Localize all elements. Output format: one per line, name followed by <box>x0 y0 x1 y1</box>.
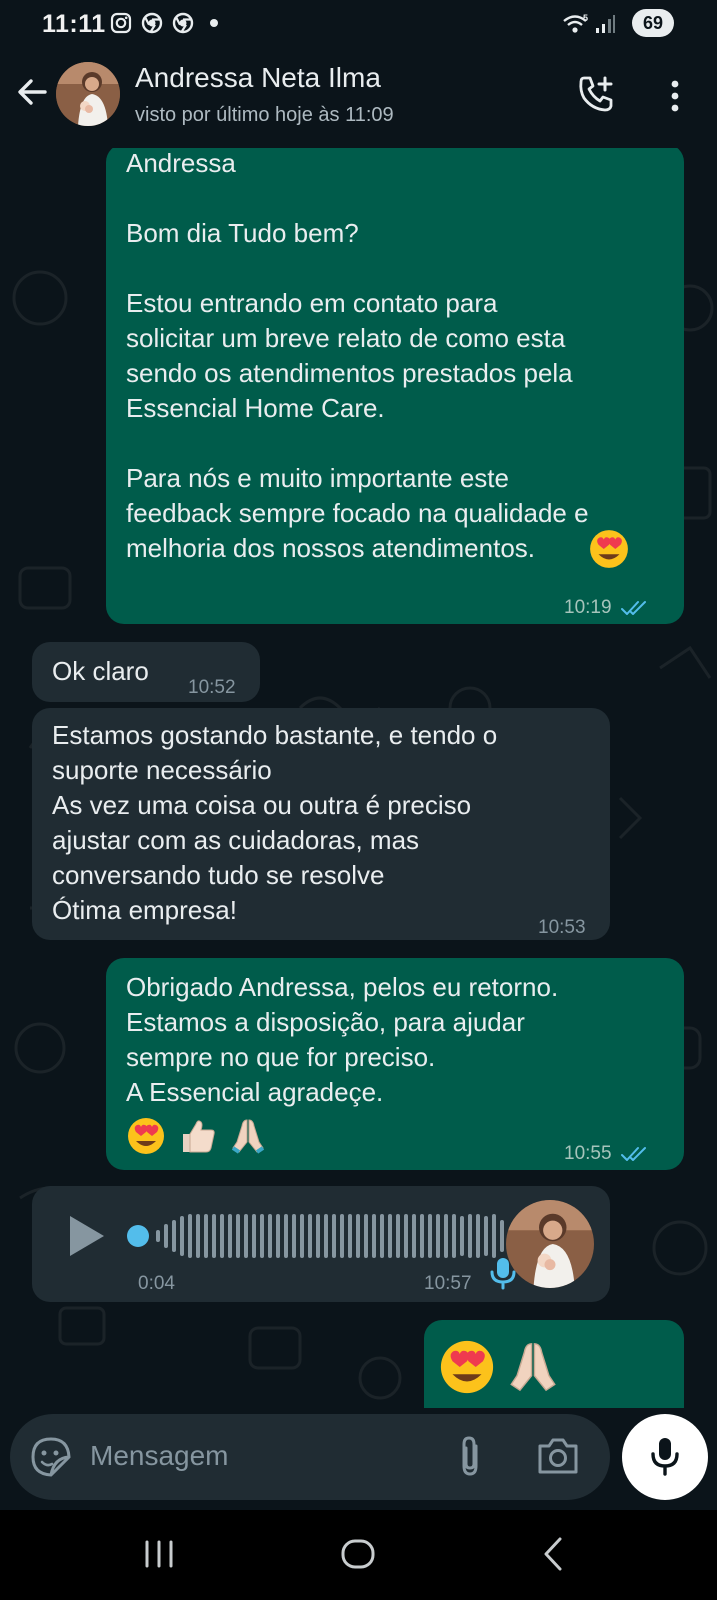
battery-indicator: 69 <box>632 9 674 37</box>
message-input-bar[interactable]: Mensagem <box>10 1414 610 1500</box>
status-bar: 11:11 5 69 <box>0 0 717 48</box>
message-bubble-incoming[interactable]: Estamos gostando bastante, e tendo o sup… <box>32 708 610 940</box>
chrome-icon <box>141 12 163 34</box>
message-bubble-incoming[interactable]: Ok claro 10:52 <box>32 642 260 702</box>
home-icon[interactable] <box>340 1536 376 1572</box>
heart-eyes-emoji <box>440 1340 494 1394</box>
message-text: Ok claro <box>52 656 149 686</box>
signal-icon <box>596 15 615 33</box>
message-text: Obrigado Andressa, pelos eu retorno. Est… <box>126 972 559 1107</box>
voice-duration: 0:04 <box>138 1273 175 1294</box>
contact-avatar[interactable] <box>56 62 120 126</box>
recent-apps-icon[interactable] <box>142 1538 176 1570</box>
message-time: 10:55 <box>564 1143 612 1164</box>
folded-hands-emoji <box>510 1343 556 1392</box>
voice-waveform[interactable] <box>124 1208 514 1264</box>
message-text: Estamos gostando bastante, e tendo o sup… <box>52 720 498 925</box>
message-bubble-outgoing[interactable]: Andressa Bom dia Tudo bem? Estou entrand… <box>106 148 684 624</box>
mic-icon <box>490 1258 516 1290</box>
add-call-icon[interactable] <box>575 72 619 116</box>
system-nav-bar <box>0 1510 717 1600</box>
thumbs-up-emoji <box>183 1120 215 1153</box>
instagram-icon <box>110 12 132 34</box>
heart-eyes-emoji <box>128 1118 164 1154</box>
chrome-icon <box>172 12 194 34</box>
wifi-icon: 5 <box>563 13 588 33</box>
message-input[interactable]: Mensagem <box>90 1440 229 1472</box>
contact-name[interactable]: Andressa Neta Ilma <box>135 62 381 94</box>
mic-button[interactable] <box>622 1414 708 1500</box>
sender-avatar <box>506 1200 594 1288</box>
status-time: 11:11 <box>42 10 106 38</box>
message-time: 10:52 <box>188 677 236 698</box>
message-time: 10:53 <box>538 917 586 938</box>
more-vertical-icon[interactable] <box>660 76 690 116</box>
message-time: 10:57 <box>424 1273 472 1294</box>
arrow-back-icon[interactable] <box>14 74 50 110</box>
mic-icon <box>651 1438 679 1476</box>
message-bubble-outgoing[interactable] <box>424 1320 684 1408</box>
sticker-icon[interactable] <box>30 1436 72 1478</box>
voice-message-bubble[interactable]: 0:04 10:57 <box>32 1186 610 1302</box>
emoji-row <box>126 1116 268 1156</box>
svg-text:5: 5 <box>583 13 588 23</box>
back-nav-icon[interactable] <box>540 1536 568 1572</box>
attach-icon[interactable] <box>454 1434 486 1480</box>
read-receipt-icon <box>620 600 646 615</box>
chat-header: Andressa Neta Ilma visto por último hoje… <box>0 48 717 148</box>
heart-eyes-emoji <box>590 530 628 568</box>
message-text: Andressa Bom dia Tudo bem? Estou entrand… <box>126 148 589 563</box>
last-seen-status: visto por último hoje às 11:09 <box>135 104 394 126</box>
notification-dot <box>210 19 218 27</box>
folded-hands-emoji <box>232 1119 265 1154</box>
chat-area[interactable]: Andressa Bom dia Tudo bem? Estou entrand… <box>0 148 717 1408</box>
message-time: 10:19 <box>564 597 612 618</box>
message-bubble-outgoing[interactable]: Obrigado Andressa, pelos eu retorno. Est… <box>106 958 684 1170</box>
message-meta: 10:19 <box>564 590 651 625</box>
read-receipt-icon <box>620 1146 646 1161</box>
play-icon[interactable] <box>66 1214 106 1258</box>
camera-icon[interactable] <box>536 1436 580 1476</box>
message-meta: 10:55 <box>564 1136 651 1171</box>
